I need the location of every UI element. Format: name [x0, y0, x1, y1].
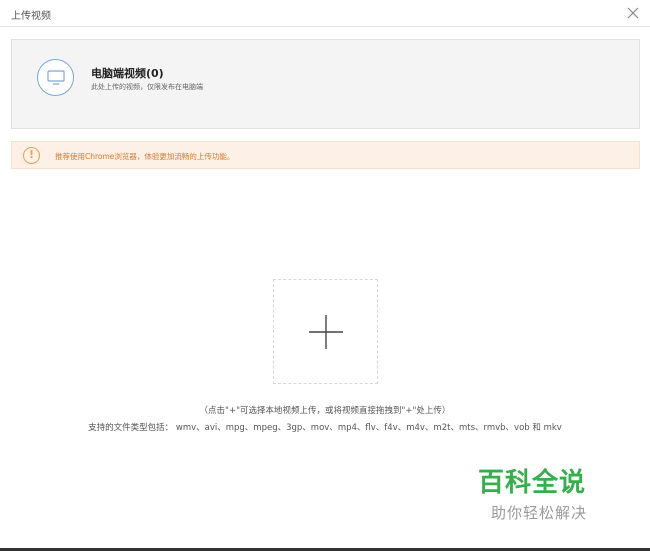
pc-video-source-panel[interactable]: 电脑端视频(0) 此处上传的视频，仅限发布在电脑端	[11, 39, 640, 129]
upload-instruction: （点击"+"可选择本地视频上传，或将视频直接拖拽到"+"处上传）	[199, 406, 451, 416]
dialog-title: 上传视频	[11, 11, 51, 22]
exclamation-icon: !	[23, 147, 40, 164]
plus-icon	[309, 315, 343, 349]
monitor-icon	[37, 59, 74, 96]
supported-file-types: 支持的文件类型包括： wmv、avi、mpg、mpeg、3gp、mov、mp4、…	[88, 423, 562, 433]
browser-recommendation-banner: ! 推荐使用Chrome浏览器，体验更加流畅的上传功能。	[11, 141, 640, 169]
browser-recommendation-text: 推荐使用Chrome浏览器，体验更加流畅的上传功能。	[55, 152, 235, 161]
dialog-titlebar: 上传视频	[0, 0, 650, 27]
watermark-logo: 百科全说 助你轻松解决	[478, 462, 628, 523]
watermark-sub-text: 助你轻松解决	[491, 504, 588, 522]
upload-dropzone[interactable]	[273, 279, 378, 384]
pc-video-description: 此处上传的视频，仅限发布在电脑端	[91, 83, 203, 91]
pc-video-heading: 电脑端视频(0)	[91, 67, 164, 80]
watermark-main-text: 百科全说	[478, 468, 587, 498]
close-icon[interactable]	[626, 5, 640, 19]
